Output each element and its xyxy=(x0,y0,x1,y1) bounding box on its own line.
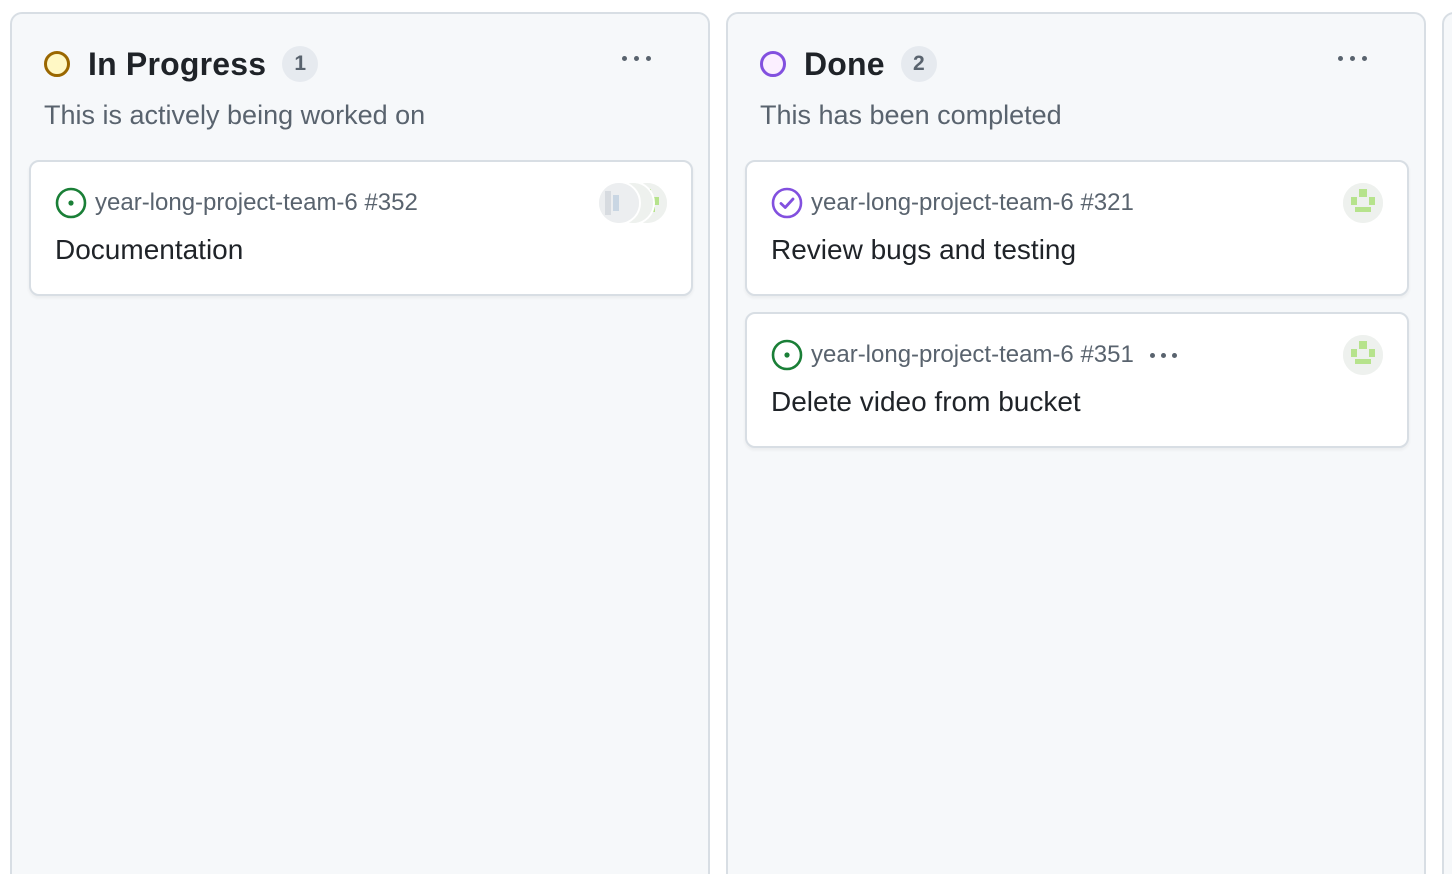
column-menu-button[interactable] xyxy=(612,40,660,76)
avatar xyxy=(1341,333,1385,377)
issue-closed-icon xyxy=(771,187,803,219)
column-in-progress: In Progress 1 This is actively being wor… xyxy=(10,12,710,874)
column-title: In Progress xyxy=(88,45,267,82)
card-menu-button[interactable] xyxy=(1148,347,1179,364)
column-partial xyxy=(1442,12,1452,874)
card-meta: year-long-project-team-6 #321 xyxy=(771,186,1134,220)
item-count-badge: 2 xyxy=(900,46,937,82)
column-done: Done 2 This has been completed year-long… xyxy=(726,12,1426,874)
issue-reference-link[interactable]: year-long-project-team-6 #321 xyxy=(811,189,1134,217)
kebab-horizontal-icon xyxy=(1337,55,1367,61)
issue-card[interactable]: year-long-project-team-6 #321 Review bug… xyxy=(745,160,1409,296)
issue-reference-link[interactable]: year-long-project-team-6 #351 xyxy=(811,341,1134,369)
column-description: This is actively being worked on xyxy=(44,100,426,130)
issue-open-icon xyxy=(55,187,87,219)
avatar xyxy=(597,181,641,225)
assignee-avatars[interactable] xyxy=(597,181,669,225)
item-count-badge: 1 xyxy=(282,46,319,82)
column-header: Done 2 xyxy=(760,44,937,84)
in-progress-status-icon xyxy=(44,51,70,77)
issue-title-link[interactable]: Documentation xyxy=(55,234,243,266)
issue-card[interactable]: year-long-project-team-6 #352 Documentat… xyxy=(29,160,693,296)
assignee-avatars[interactable] xyxy=(1341,181,1385,225)
avatar xyxy=(1341,181,1385,225)
kebab-horizontal-icon xyxy=(621,55,651,61)
column-description: This has been completed xyxy=(760,100,1062,130)
assignee-avatars[interactable] xyxy=(1341,333,1385,377)
issue-title-link[interactable]: Review bugs and testing xyxy=(771,234,1076,266)
issue-reference-link[interactable]: year-long-project-team-6 #352 xyxy=(95,189,418,217)
issue-title-link[interactable]: Delete video from bucket xyxy=(771,386,1081,418)
card-meta: year-long-project-team-6 #351 xyxy=(771,338,1179,372)
issue-card[interactable]: year-long-project-team-6 #351 Delete vid… xyxy=(745,312,1409,448)
card-meta: year-long-project-team-6 #352 xyxy=(55,186,418,220)
done-status-icon xyxy=(760,51,786,77)
column-menu-button[interactable] xyxy=(1328,40,1376,76)
issue-open-icon xyxy=(771,339,803,371)
project-board: In Progress 1 This is actively being wor… xyxy=(0,0,1452,874)
column-header: In Progress 1 xyxy=(44,44,319,84)
column-title: Done xyxy=(804,45,885,82)
